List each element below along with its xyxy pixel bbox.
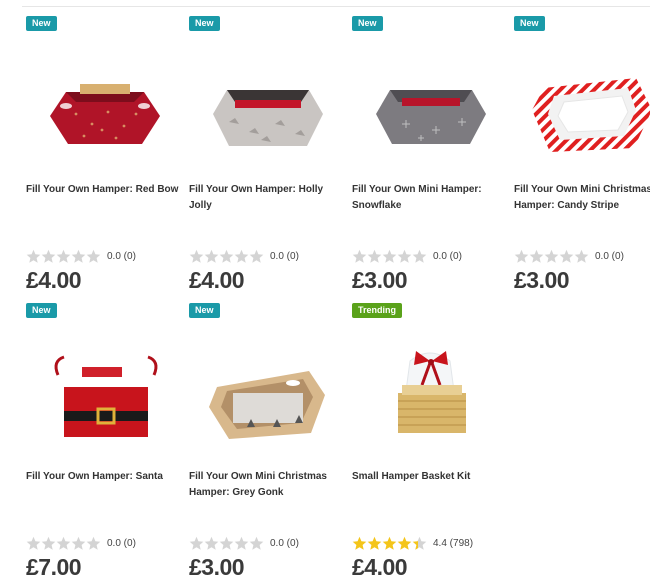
stars: [26, 536, 101, 551]
star-icon: [412, 536, 427, 550]
product-image[interactable]: [362, 331, 500, 446]
product-card[interactable]: New Fill Your Own Hamper: Holly Jolly 0.…: [189, 16, 347, 301]
star-icon: [189, 249, 204, 263]
product-price: £3.00: [189, 554, 245, 577]
star-icon: [234, 536, 249, 550]
product-title[interactable]: Fill Your Own Hamper: Santa: [26, 469, 184, 485]
product-price: £7.00: [26, 554, 82, 577]
top-divider: [22, 6, 650, 7]
star-icon: [559, 249, 574, 263]
star-icon: [397, 536, 412, 550]
rating-text: 0.0 (0): [107, 250, 136, 262]
product-image[interactable]: [524, 44, 650, 159]
star-icon: [514, 249, 529, 263]
product-rating: 4.4 (798): [352, 535, 473, 551]
new-badge: New: [514, 16, 545, 31]
star-icon: [544, 249, 559, 263]
star-icon: [71, 536, 86, 550]
star-icon: [26, 249, 41, 263]
product-price: £4.00: [26, 267, 82, 293]
star-icon: [204, 536, 219, 550]
product-image[interactable]: [36, 44, 174, 159]
star-icon: [41, 536, 56, 550]
product-image[interactable]: [199, 44, 337, 159]
star-icon: [26, 536, 41, 550]
star-icon: [56, 249, 71, 263]
new-badge: New: [189, 303, 220, 318]
rating-text: 0.0 (0): [433, 250, 462, 262]
product-image[interactable]: [362, 44, 500, 159]
product-card[interactable]: New Fill Your Own Mini Christmas Hamper:…: [514, 16, 650, 301]
star-icon: [397, 249, 412, 263]
rating-text: 0.0 (0): [270, 537, 299, 549]
product-title[interactable]: Fill Your Own Mini Hamper: Snowflake: [352, 182, 510, 214]
star-icon: [382, 249, 397, 263]
product-card[interactable]: New Fill Your Own Mini Hamper: Snowflake…: [352, 16, 510, 301]
star-icon: [382, 536, 397, 550]
star-icon: [352, 536, 367, 550]
star-icon: [56, 536, 71, 550]
stars: [514, 249, 589, 264]
star-icon: [204, 249, 219, 263]
star-icon: [412, 249, 427, 263]
stars: [352, 536, 427, 551]
new-badge: New: [189, 16, 220, 31]
product-price: £4.00: [189, 267, 245, 293]
rating-text: 0.0 (0): [270, 250, 299, 262]
stars: [352, 249, 427, 264]
star-icon: [529, 249, 544, 263]
star-icon: [234, 249, 249, 263]
product-rating: 0.0 (0): [189, 248, 299, 264]
product-card[interactable]: New Fill Your Own Hamper: Red Bow 0.0 (0…: [26, 16, 184, 301]
star-icon: [189, 536, 204, 550]
star-icon: [219, 536, 234, 550]
product-card[interactable]: New Fill Your Own Mini Christmas Hamper:…: [189, 303, 347, 577]
product-rating: 0.0 (0): [189, 535, 299, 551]
product-title[interactable]: Fill Your Own Mini Christmas Hamper: Can…: [514, 182, 650, 214]
product-rating: 0.0 (0): [514, 248, 624, 264]
stars: [26, 249, 101, 264]
product-rating: 0.0 (0): [26, 248, 136, 264]
stars: [189, 249, 264, 264]
star-icon: [86, 249, 101, 263]
star-icon: [249, 249, 264, 263]
rating-text: 0.0 (0): [595, 250, 624, 262]
rating-text: 4.4 (798): [433, 537, 474, 549]
product-rating: 0.0 (0): [352, 248, 462, 264]
rating-text: 0.0 (0): [107, 537, 136, 549]
star-icon: [71, 249, 86, 263]
product-price: £4.00: [352, 554, 408, 577]
product-title[interactable]: Fill Your Own Hamper: Red Bow: [26, 182, 184, 198]
star-icon: [219, 249, 234, 263]
trending-badge: Trending: [352, 303, 402, 318]
star-icon: [574, 249, 589, 263]
product-card[interactable]: New Fill Your Own Hamper: Santa 0.0 (0) …: [26, 303, 184, 577]
product-title[interactable]: Fill Your Own Hamper: Holly Jolly: [189, 182, 347, 214]
star-icon: [367, 536, 382, 550]
new-badge: New: [352, 16, 383, 31]
star-icon: [41, 249, 56, 263]
star-icon: [249, 536, 264, 550]
star-icon: [352, 249, 367, 263]
star-icon: [86, 536, 101, 550]
product-image[interactable]: [199, 331, 337, 446]
product-title[interactable]: Small Hamper Basket Kit: [352, 469, 510, 485]
stars: [189, 536, 264, 551]
new-badge: New: [26, 16, 57, 31]
new-badge: New: [26, 303, 57, 318]
product-card[interactable]: Trending Small Hamper Basket Kit 4.4 (79…: [352, 303, 510, 577]
product-price: £3.00: [514, 267, 570, 293]
product-title[interactable]: Fill Your Own Mini Christmas Hamper: Gre…: [189, 469, 347, 501]
product-rating: 0.0 (0): [26, 535, 136, 551]
product-image[interactable]: [36, 331, 174, 446]
star-icon: [367, 249, 382, 263]
product-price: £3.00: [352, 267, 408, 293]
